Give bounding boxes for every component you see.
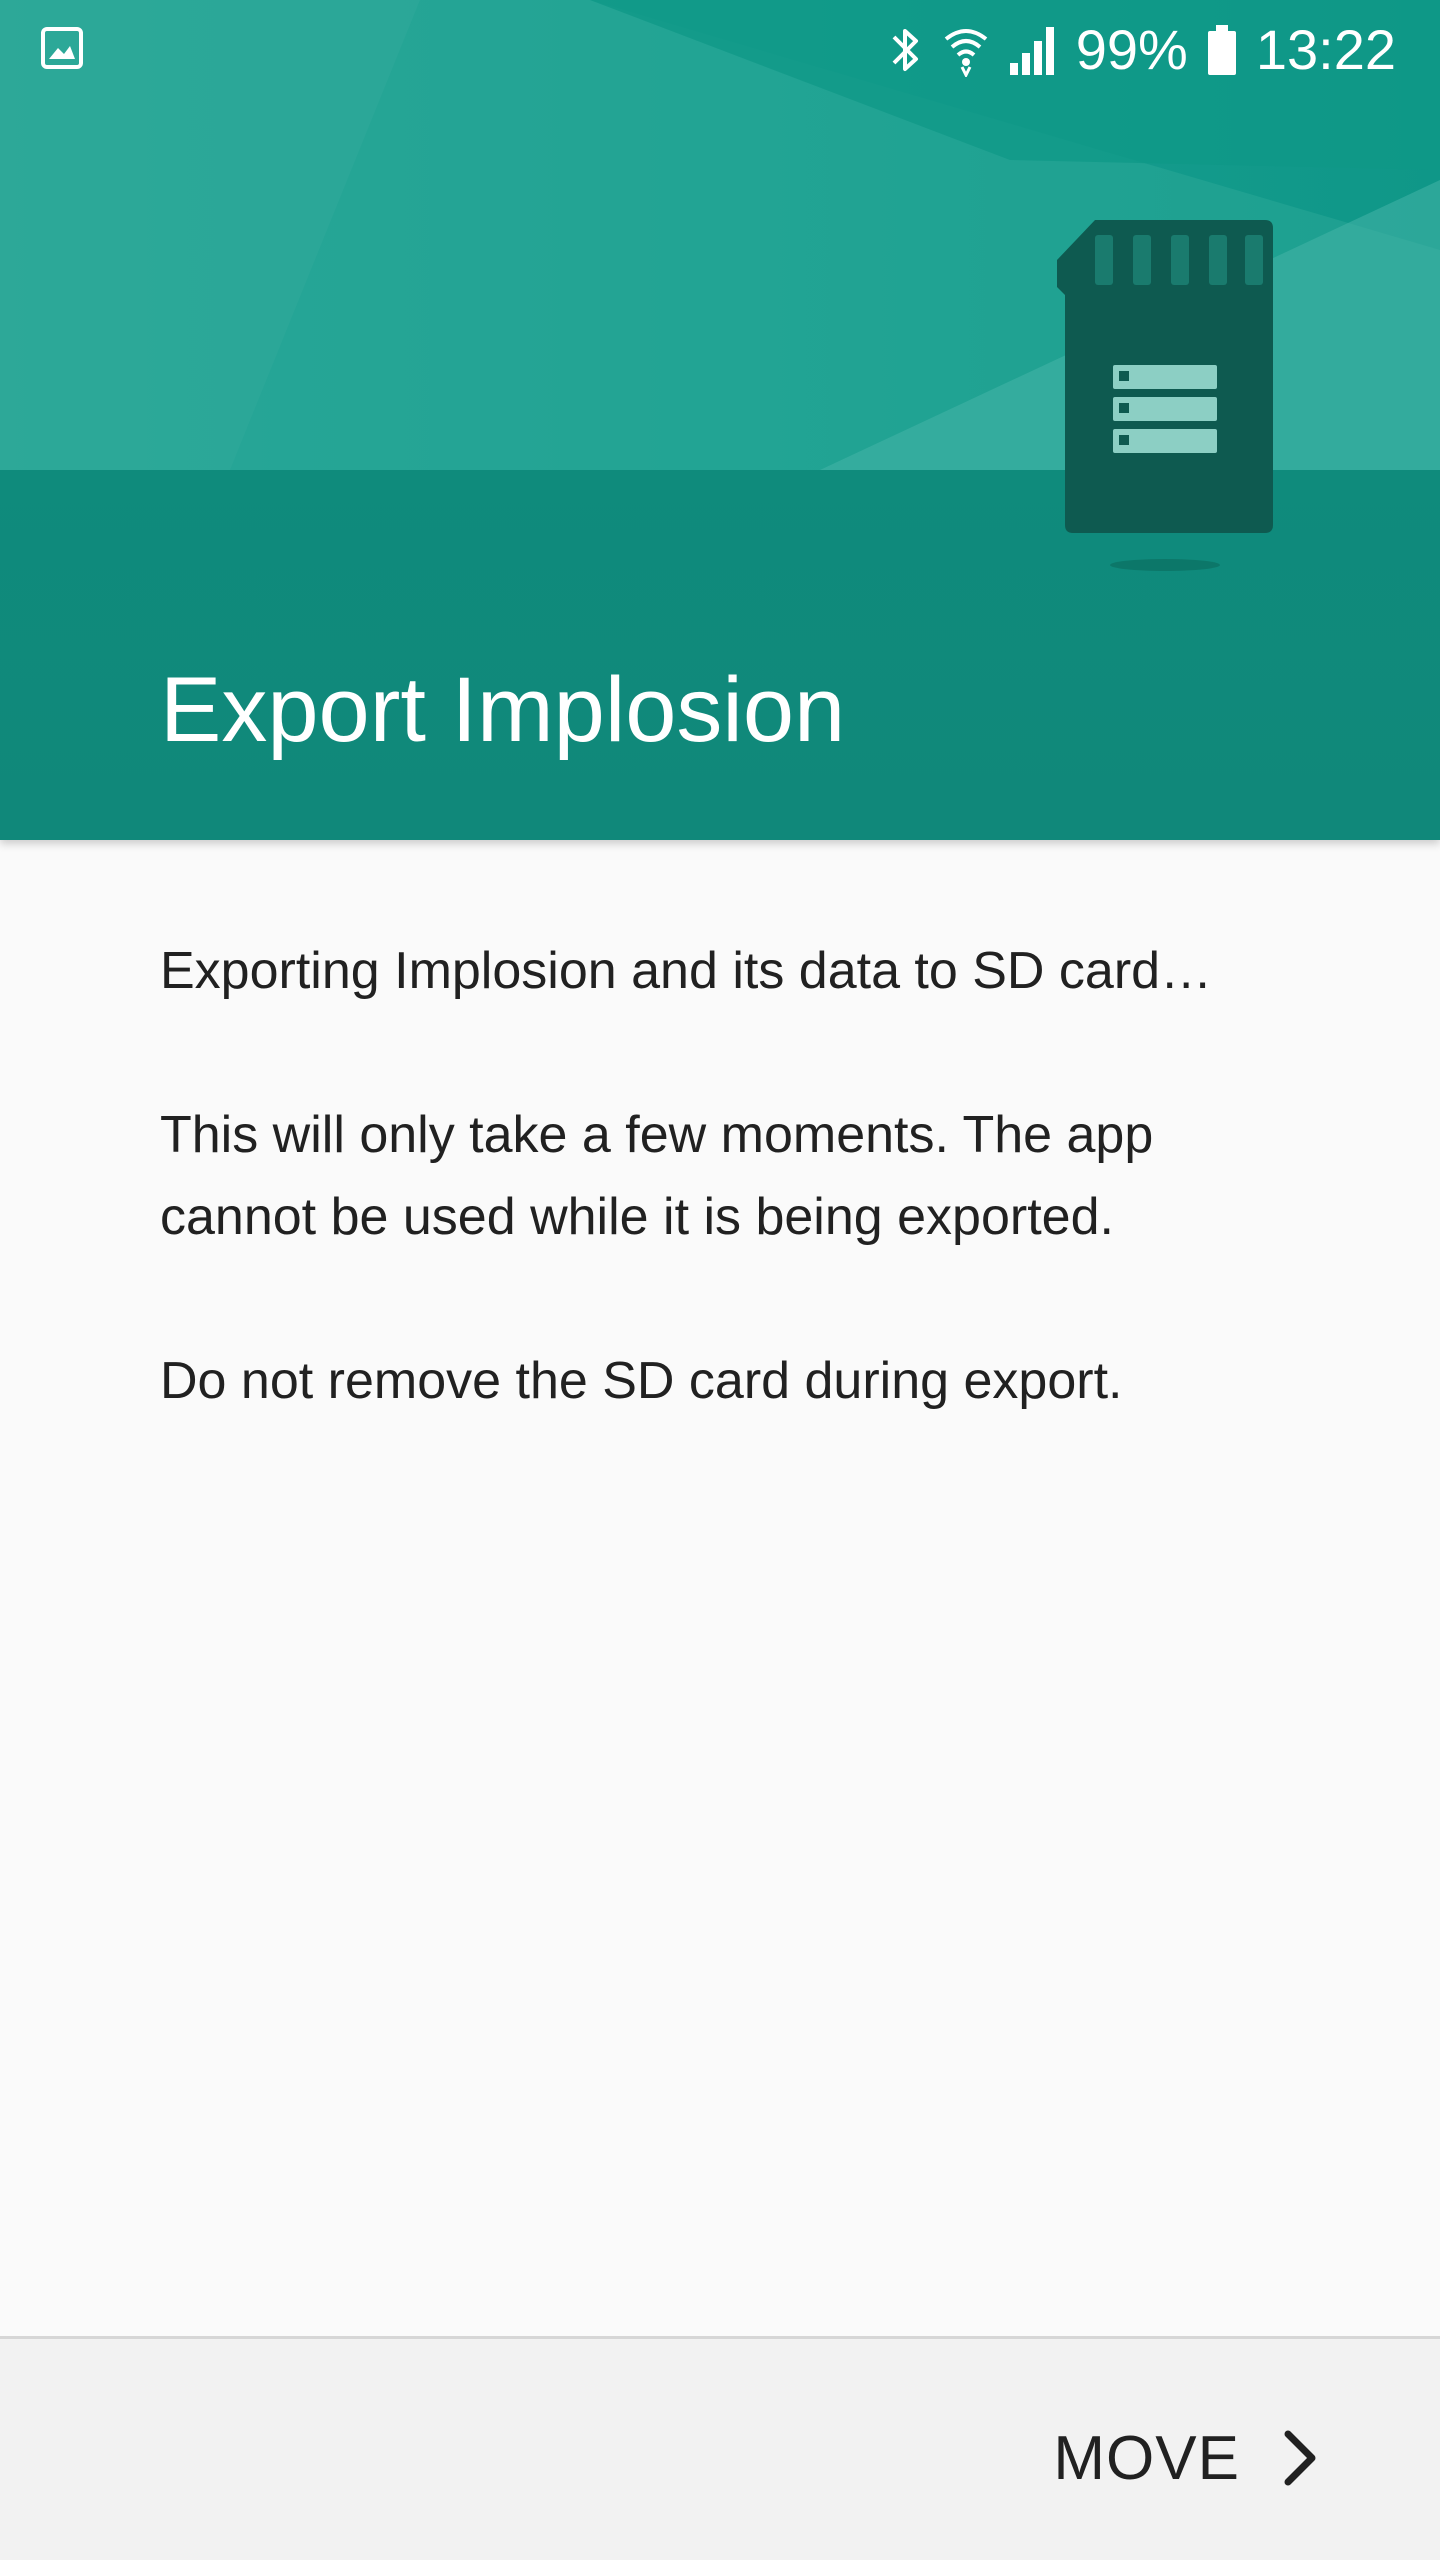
export-info-text: This will only take a few moments. The a…: [160, 1106, 1154, 1246]
header-hero: 99% 13:22 Export Implosion: [0, 0, 1440, 840]
body-content: Exporting Implosion and its data to SD c…: [160, 930, 1320, 1504]
bluetooth-icon: [892, 29, 918, 71]
move-button-label: MOVE: [1053, 2423, 1240, 2493]
page-title: Export Implosion: [160, 659, 846, 761]
export-warning-text: Do not remove the SD card during export.: [160, 1352, 1123, 1410]
battery-icon: [1207, 25, 1236, 75]
chevron-right-icon: [1284, 2430, 1316, 2486]
export-status-text: Exporting Implosion and its data to SD c…: [160, 942, 1213, 1000]
image-icon: [41, 27, 83, 69]
sd-card-icon: [1057, 220, 1273, 571]
status-bar: 99% 13:22: [0, 0, 1440, 100]
status-right-group: 99% 13:22: [888, 12, 1396, 88]
clock: 13:22: [1255, 18, 1396, 81]
bottom-bar: MOVE: [0, 2336, 1440, 2560]
export-screen: 99% 13:22 Export Implosion Exporting Imp…: [0, 0, 1440, 2560]
wifi-icon: [944, 29, 988, 77]
battery-percent: 99%: [1075, 18, 1188, 81]
signal-icon: [1009, 27, 1054, 75]
move-button[interactable]: MOVE: [1053, 2413, 1320, 2503]
